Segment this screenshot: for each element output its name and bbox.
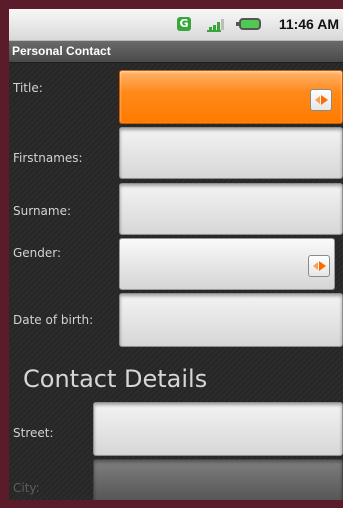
battery-icon <box>236 18 261 30</box>
gender-spinner[interactable] <box>119 238 335 290</box>
device-frame: G 11:46 AM Personal Contact Title: First… <box>0 0 343 508</box>
title-bar: Personal Contact <box>9 41 343 63</box>
date-of-birth-field[interactable] <box>119 293 343 347</box>
firstnames-field[interactable] <box>119 127 343 179</box>
screen: G 11:46 AM Personal Contact Title: First… <box>9 9 343 500</box>
spinner-arrow-icon <box>310 89 332 111</box>
title-spinner[interactable] <box>119 70 343 124</box>
street-label: Street: <box>13 426 54 440</box>
surname-field[interactable] <box>119 183 343 235</box>
g-app-icon: G <box>177 17 191 31</box>
page-title: Personal Contact <box>12 44 111 58</box>
city-label: City: <box>13 481 40 495</box>
gender-label: Gender: <box>13 246 62 260</box>
title-label: Title: <box>13 81 43 95</box>
spinner-arrow-icon <box>308 255 330 277</box>
street-field[interactable] <box>93 402 343 456</box>
signal-icon <box>207 16 229 32</box>
contact-details-heading: Contact Details <box>23 365 208 393</box>
status-time: 11:46 AM <box>278 16 339 32</box>
status-bar: G 11:46 AM <box>9 9 343 41</box>
date-of-birth-label: Date of birth: <box>13 313 94 327</box>
firstnames-label: Firstnames: <box>13 151 83 165</box>
city-field[interactable] <box>93 459 343 500</box>
surname-label: Surname: <box>13 204 72 218</box>
